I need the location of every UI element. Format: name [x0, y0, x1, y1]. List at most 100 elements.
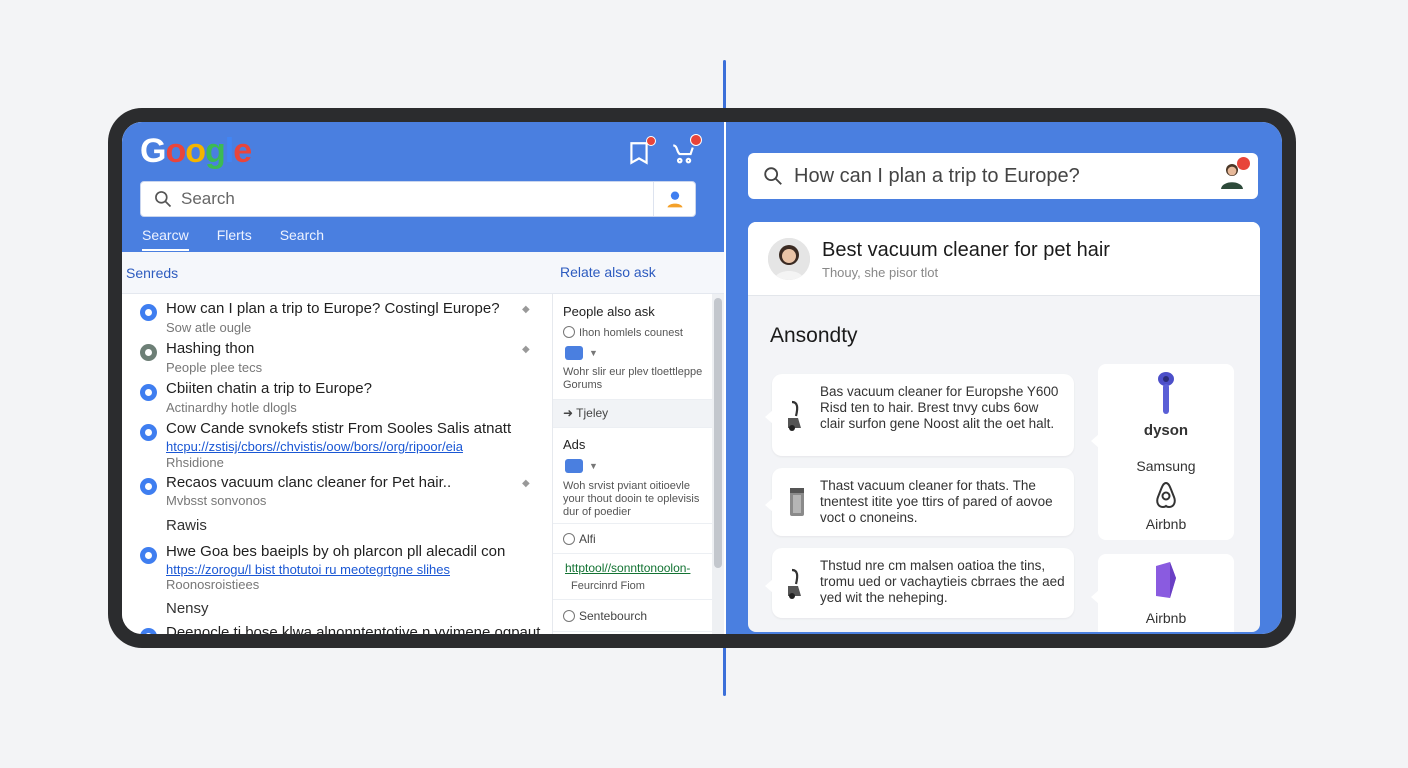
- logo-letter: g: [205, 132, 226, 170]
- logo-letter: e: [233, 132, 252, 170]
- cart-badge: [690, 134, 702, 146]
- result-snippet: Rhsidione: [166, 455, 224, 470]
- answer-bubble[interactable]: Thast vacuum cleaner for thats. The tnen…: [765, 468, 1074, 536]
- pin-icon[interactable]: ◆: [522, 478, 530, 489]
- sponsored-sub: Feurcinrd Fiom: [571, 580, 645, 592]
- account-button[interactable]: [653, 182, 695, 216]
- pin-icon[interactable]: ◆: [522, 304, 530, 315]
- brand-card[interactable]: dyson Samsung Airbnb: [1091, 364, 1234, 540]
- tab-flerts[interactable]: Flerts: [217, 227, 252, 251]
- result-item[interactable]: Recaos vacuum clanc cleaner for Pet hair…: [140, 474, 540, 512]
- search-input[interactable]: [181, 189, 641, 209]
- subbar-right-label[interactable]: Relate also ask: [560, 264, 656, 280]
- left-header: Google Searcw: [122, 122, 724, 252]
- answer-subtitle: Thouy, she pisor tlot: [822, 265, 939, 280]
- search-icon: [155, 191, 172, 208]
- result-title[interactable]: Recaos vacuum clanc cleaner for Pet hair…: [166, 474, 451, 491]
- search-icon: [764, 167, 782, 185]
- logo-letter: o: [165, 132, 186, 170]
- ads-heading: Ads: [563, 437, 586, 452]
- cart-icon[interactable]: [670, 134, 702, 166]
- result-title[interactable]: Cbiiten chatin a trip to Europe?: [166, 380, 372, 397]
- delay-text: Tjeley: [576, 406, 609, 420]
- result-bullet-icon: [140, 478, 157, 495]
- logo-letter: l: [224, 132, 235, 170]
- user-avatar[interactable]: [1218, 157, 1250, 189]
- google-logo[interactable]: Google: [140, 132, 252, 171]
- result-item[interactable]: Deenocle ti bose klwa alnonntentotive n …: [140, 624, 540, 634]
- scrollbar-thumb[interactable]: [714, 298, 722, 568]
- pin-icon[interactable]: ◆: [522, 344, 530, 355]
- result-item[interactable]: Cbiiten chatin a trip to Europe? Actinar…: [140, 380, 540, 418]
- brand-airbnb: Airbnb: [1145, 516, 1187, 532]
- result-bullet-icon: [140, 344, 157, 361]
- section-label: Rawis: [166, 517, 207, 534]
- chevron-down-icon[interactable]: ▼: [589, 461, 598, 471]
- dyson-vacuum-icon: [1158, 372, 1174, 414]
- sponsored-url[interactable]: httptool//sonnttonoolon-: [565, 561, 690, 575]
- result-item[interactable]: How can I plan a trip to Europe? Costing…: [140, 300, 540, 338]
- results-subbar: Senreds Relate also ask: [122, 252, 724, 294]
- circle-icon: [563, 610, 575, 622]
- result-item[interactable]: Hwe Goa bes baeipls by oh plarcon pll al…: [140, 543, 540, 593]
- related-sidebar: People also ask Ihon homlels counest ▼ W…: [552, 294, 712, 634]
- answer-bubble[interactable]: Bas vacuum cleaner for Europshe Y600 Ris…: [765, 374, 1074, 456]
- chat-icon[interactable]: [565, 459, 583, 473]
- right-assistant-panel: Best vacuum cleaner for pet hair Thouy, …: [726, 122, 1282, 634]
- person-icon: [768, 238, 810, 280]
- alt-row[interactable]: Alfi: [553, 524, 712, 554]
- results-list: How can I plan a trip to Europe? Costing…: [122, 294, 552, 634]
- paa-question[interactable]: Ihon homlels counest: [563, 326, 711, 340]
- bubble-text: Thstud nre cm malsen oatioa the tins, tr…: [820, 558, 1065, 605]
- chat-icon[interactable]: [565, 346, 583, 360]
- result-title[interactable]: Hashing thon: [166, 340, 254, 357]
- account-icon: [667, 191, 682, 208]
- result-snippet: Sow atle ougle: [166, 320, 252, 335]
- result-title[interactable]: Cow Cande svnokefs stistr From Sooles Sa…: [166, 420, 511, 437]
- result-item[interactable]: Cow Cande svnokefs stistr From Sooles Sa…: [140, 420, 540, 470]
- canister-icon: [790, 488, 804, 516]
- brand-samsung: Samsung: [1136, 458, 1196, 474]
- result-url[interactable]: htcpu://zstisj/cbors//chvistis/oow/bors/…: [166, 439, 463, 454]
- result-title[interactable]: Hwe Goa bes baeipls by oh plarcon pll al…: [166, 543, 505, 560]
- author-avatar: [768, 238, 810, 280]
- search-tabs: Searcw Flerts Search: [142, 227, 352, 251]
- ads-text: Woh srvist pviant oitioevle your thout d…: [563, 480, 700, 518]
- answer-card: Best vacuum cleaner for pet hair Thouy, …: [748, 222, 1260, 632]
- tab-search[interactable]: Searcw: [142, 227, 189, 251]
- answer-card-header: Best vacuum cleaner for pet hair Thouy, …: [748, 222, 1260, 296]
- sponsored-link-block: httptool//sonnttonoolon- Feurcinrd Fiom: [553, 554, 712, 600]
- circle-icon: [563, 326, 575, 338]
- search-bar: [140, 181, 696, 217]
- answer-bubble[interactable]: Thstud nre cm malsen oatioa the tins, tr…: [765, 548, 1074, 618]
- result-title[interactable]: How can I plan a trip to Europe? Costing…: [166, 300, 500, 317]
- brand-card[interactable]: Airbnb: [1091, 554, 1234, 632]
- assistant-search-bar: [748, 153, 1258, 199]
- paa-question-text: Ihon homlels counest: [579, 327, 683, 339]
- notification-dot: [1237, 157, 1250, 170]
- assistant-search-input[interactable]: [794, 164, 1214, 188]
- chevron-down-icon[interactable]: ▼: [589, 348, 598, 358]
- scrollbar[interactable]: [712, 294, 724, 634]
- device-screen: Google Searcw: [122, 122, 1282, 634]
- device-frame: Google Searcw: [108, 108, 1296, 648]
- paa-answer: Wohr slir eur plev tloettleppe Gorums: [563, 366, 703, 391]
- brand-dyson: dyson: [1143, 422, 1189, 439]
- bookmark-icon[interactable]: [626, 136, 656, 166]
- answer-title: Best vacuum cleaner for pet hair: [822, 239, 1110, 261]
- delay-row[interactable]: ➜ Tjeley: [553, 400, 712, 428]
- subbar-left-label[interactable]: Senreds: [126, 265, 178, 281]
- tab-search-2[interactable]: Search: [280, 227, 324, 251]
- people-also-ask-block: People also ask Ihon homlels counest ▼ W…: [553, 294, 712, 400]
- left-search-panel: Google Searcw: [122, 122, 724, 634]
- result-snippet: People plee tecs: [166, 360, 263, 375]
- suggest-label: Sentebourch: [563, 609, 647, 623]
- alt-text: Alfi: [579, 532, 596, 546]
- bubble-text: Bas vacuum cleaner for Europshe Y600 Ris…: [820, 384, 1059, 431]
- bubble-text: Thast vacuum cleaner for thats. The tnen…: [820, 478, 1053, 525]
- result-url[interactable]: https://zorogu/l bist thotutoi ru meoteg…: [166, 562, 450, 577]
- search-suggest-row[interactable]: Sentebourch: [553, 600, 712, 632]
- result-title[interactable]: Deenocle ti bose klwa alnonntentotive n …: [166, 624, 540, 634]
- people-also-ask-heading: People also ask: [563, 304, 655, 319]
- result-item[interactable]: Hashing thon People plee tecs ◆: [140, 340, 540, 378]
